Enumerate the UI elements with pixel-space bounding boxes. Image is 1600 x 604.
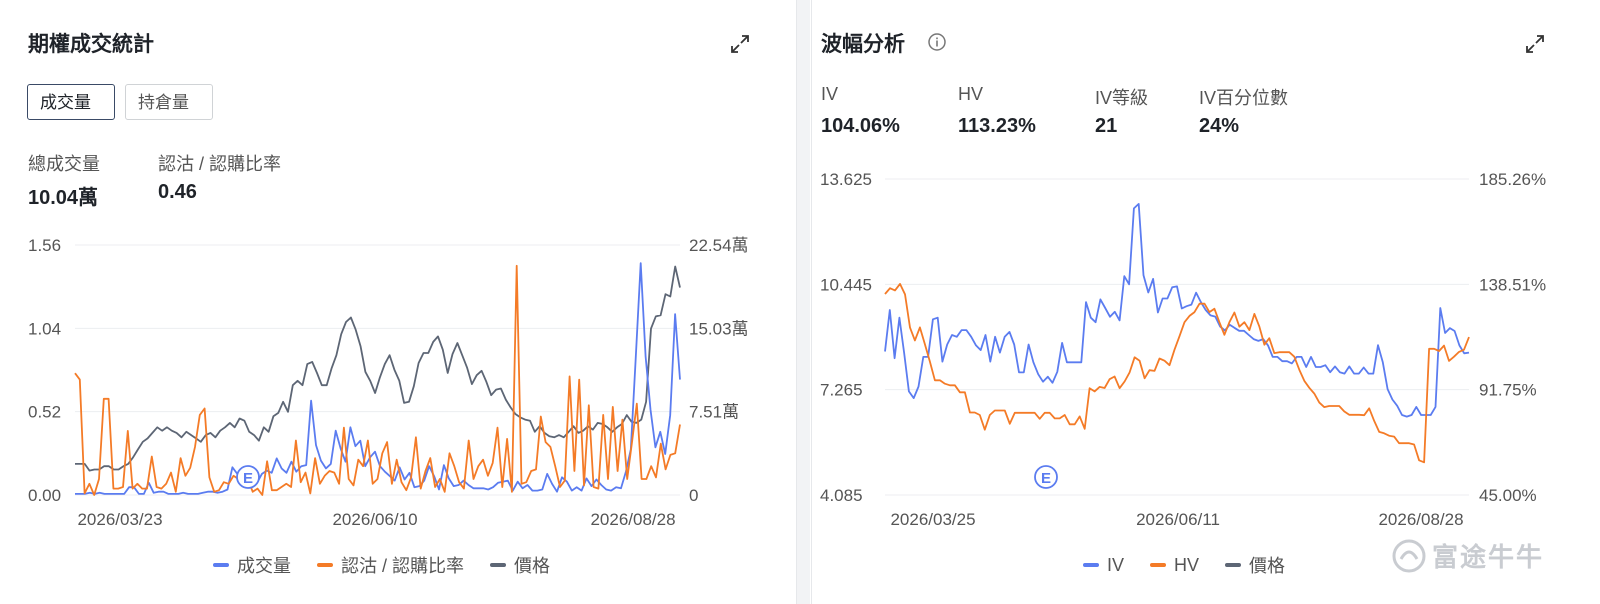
svg-text:E: E xyxy=(243,470,253,487)
earnings-marker[interactable]: E xyxy=(236,465,260,489)
iv-label: IV xyxy=(821,84,839,104)
legend-item-price[interactable]: 價格 xyxy=(490,552,550,578)
iv-rank-label: IV等級 xyxy=(1095,88,1149,108)
left-axis-tick: 0.00 xyxy=(28,486,61,505)
x-axis-tick: 2026/06/11 xyxy=(1136,510,1220,529)
right-axis-tick: 7.51萬 xyxy=(689,403,739,422)
volume-chart: 0.00 0 0.52 7.51萬 1.04 15.03萬 1.56 22.54萬 2026/0… xyxy=(28,236,749,529)
put-call-ratio-label: 認沽 / 認購比率 xyxy=(158,154,282,174)
left-axis-tick: 1.56 xyxy=(28,236,61,255)
right-axis-tick: 0 xyxy=(689,486,698,505)
left-axis-tick: 7.265 xyxy=(820,381,863,400)
tab-volume[interactable]: 成交量 xyxy=(27,84,115,120)
earnings-marker[interactable]: E xyxy=(1034,465,1058,489)
left-axis-tick: 0.52 xyxy=(28,403,61,422)
x-axis-tick: 2026/03/25 xyxy=(890,510,975,529)
total-volume-label: 總成交量 xyxy=(28,154,100,174)
x-axis-tick: 2026/06/10 xyxy=(332,510,417,529)
put-call-ratio-value: 0.46 xyxy=(158,181,197,203)
legend-item-volume[interactable]: 成交量 xyxy=(213,552,291,578)
left-axis-tick: 13.625 xyxy=(820,170,872,189)
legend-item-put-call[interactable]: 認沽 / 認購比率 xyxy=(317,552,464,578)
panel-title: 期權成交統計 xyxy=(28,33,154,56)
right-axis-tick: 91.75% xyxy=(1479,381,1537,400)
chart-legend: IV HV 價格 xyxy=(1083,552,1311,578)
iv-value: 104.06% xyxy=(821,115,900,137)
legend-item-iv[interactable]: IV xyxy=(1083,555,1124,576)
expand-icon[interactable] xyxy=(1523,32,1547,56)
options-volume-panel: 期權成交統計 成交量 持倉量 總成交量 10.04萬 認沽 / 認購比率 0.4… xyxy=(0,0,797,604)
futu-logo-icon xyxy=(1392,539,1426,572)
series-line xyxy=(75,265,681,472)
hv-value: 113.23% xyxy=(958,115,1036,137)
left-axis-tick: 1.04 xyxy=(28,319,61,338)
iv-percentile-label: IV百分位數 xyxy=(1199,88,1289,108)
x-axis-tick: 2026/03/23 xyxy=(77,510,162,529)
legend-item-price[interactable]: 價格 xyxy=(1225,552,1285,578)
futu-watermark: 富途牛牛 xyxy=(1392,537,1544,574)
series-line xyxy=(884,203,1470,418)
volatility-chart: 4.085 45.00% 7.265 91.75% 10.445 138.51% 13.62… xyxy=(820,170,1546,529)
right-axis-tick: 45.00% xyxy=(1479,486,1537,505)
panel-title: 波幅分析 xyxy=(821,33,905,56)
legend-item-hv[interactable]: HV xyxy=(1150,555,1199,576)
right-axis-tick: 15.03萬 xyxy=(689,319,749,338)
series-line xyxy=(884,283,1470,464)
info-icon[interactable] xyxy=(927,32,947,52)
total-volume-value: 10.04萬 xyxy=(28,187,99,209)
right-axis-tick: 138.51% xyxy=(1479,275,1546,294)
left-axis-tick: 10.445 xyxy=(820,275,872,294)
expand-icon[interactable] xyxy=(728,32,752,56)
panel-divider xyxy=(797,0,810,604)
hv-label: HV xyxy=(958,84,984,104)
left-axis-tick: 4.085 xyxy=(820,486,863,505)
iv-rank-value: 21 xyxy=(1095,115,1118,137)
volatility-panel: 波幅分析 IV 104.06% HV 113.23% IV等級 21 IV百分位… xyxy=(811,0,1600,604)
x-axis-tick: 2026/08/28 xyxy=(590,510,675,529)
x-axis-tick: 2026/08/28 xyxy=(1378,510,1463,529)
right-axis-tick: 185.26% xyxy=(1479,170,1546,189)
series-line xyxy=(75,262,681,495)
tab-open-interest[interactable]: 持倉量 xyxy=(125,84,213,120)
right-axis-tick: 22.54萬 xyxy=(689,236,749,255)
chart-legend: 成交量 認沽 / 認購比率 價格 xyxy=(213,552,576,578)
svg-text:E: E xyxy=(1041,470,1051,487)
iv-percentile-value: 24% xyxy=(1199,115,1240,137)
